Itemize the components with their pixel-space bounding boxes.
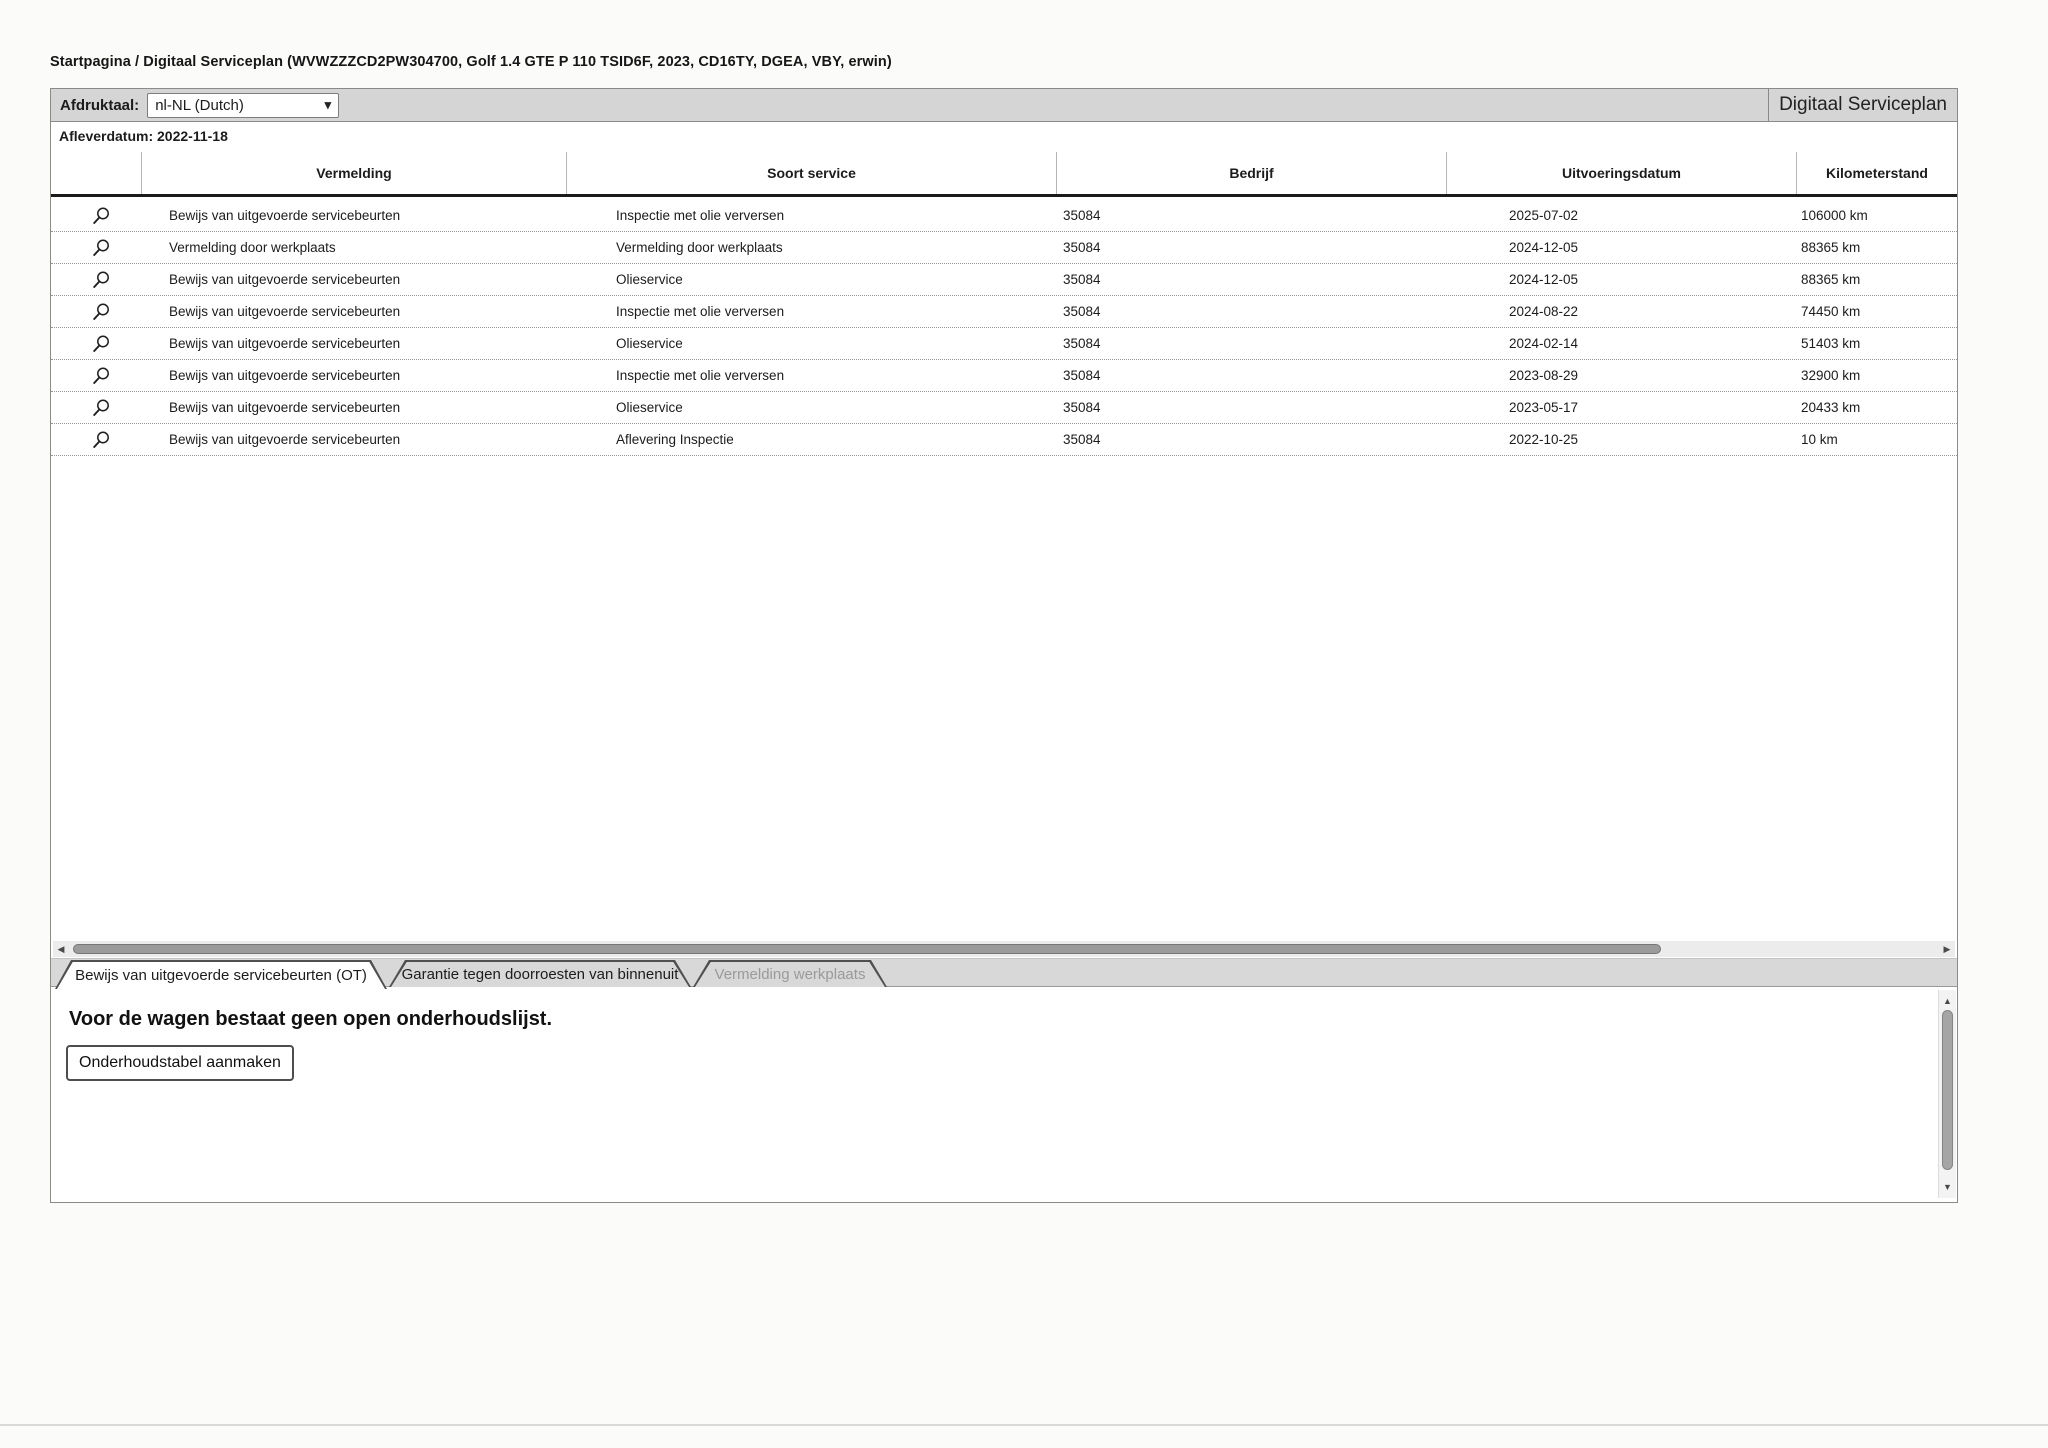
cell-bedrijf: 35084 bbox=[1063, 304, 1101, 319]
cell-soort-service: Olieservice bbox=[616, 400, 683, 415]
cell-vermelding: Bewijs van uitgevoerde servicebeurten bbox=[169, 304, 401, 319]
magnifier-icon[interactable] bbox=[91, 398, 111, 418]
cell-vermelding: Bewijs van uitgevoerde servicebeurten bbox=[169, 272, 401, 287]
cell-uitvoeringsdatum: 2025-07-02 bbox=[1509, 208, 1579, 223]
cell-bedrijf: 35084 bbox=[1063, 336, 1101, 351]
table-row: Bewijs van uitgevoerde servicebeurten In… bbox=[51, 360, 1957, 392]
cell-soort-service: Inspectie met olie verversen bbox=[616, 208, 785, 223]
print-language-label: Afdruktaal: bbox=[60, 96, 140, 114]
vertical-scrollbar[interactable]: ▲ ▼ bbox=[1938, 990, 1956, 1198]
serviceplan-frame: Afleverdatum: 2022-11-18 Vermelding Soor… bbox=[50, 122, 1958, 1203]
tab-garantie-doorroesten[interactable]: Garantie tegen doorroesten van binnenuit bbox=[389, 960, 691, 987]
magnifier-icon[interactable] bbox=[91, 430, 111, 450]
table-row: Bewijs van uitgevoerde servicebeurten Ol… bbox=[51, 264, 1957, 296]
cell-bedrijf: 35084 bbox=[1063, 272, 1101, 287]
cell-vermelding: Vermelding door werkplaats bbox=[169, 240, 336, 255]
tab-label: Vermelding werkplaats bbox=[695, 962, 885, 988]
tab-strip: Bewijs van uitgevoerde servicebeurten (O… bbox=[51, 958, 1957, 986]
magnifier-icon[interactable] bbox=[91, 302, 111, 322]
tab-vermelding-werkplaats: Vermelding werkplaats bbox=[693, 960, 887, 987]
cell-kilometerstand: 51403 km bbox=[1801, 336, 1861, 351]
column-header-uitvoeringsdatum: Uitvoeringsdatum bbox=[1446, 152, 1796, 194]
magnifier-icon[interactable] bbox=[91, 366, 111, 386]
chevron-down-icon: ▾ bbox=[324, 97, 332, 112]
print-language-value: nl-NL (Dutch) bbox=[155, 96, 244, 114]
cell-soort-service: Olieservice bbox=[616, 336, 683, 351]
magnifier-icon[interactable] bbox=[91, 270, 111, 290]
table-row: Bewijs van uitgevoerde servicebeurten Ol… bbox=[51, 328, 1957, 360]
cell-vermelding: Bewijs van uitgevoerde servicebeurten bbox=[169, 400, 401, 415]
cell-bedrijf: 35084 bbox=[1063, 240, 1101, 255]
cell-uitvoeringsdatum: 2023-05-17 bbox=[1509, 400, 1579, 415]
cell-vermelding: Bewijs van uitgevoerde servicebeurten bbox=[169, 336, 401, 351]
scroll-left-icon[interactable]: ◀ bbox=[53, 941, 69, 957]
create-maintenance-table-button[interactable]: Onderhoudstabel aanmaken bbox=[66, 1045, 294, 1081]
cell-kilometerstand: 106000 km bbox=[1801, 208, 1868, 223]
column-header-bedrijf: Bedrijf bbox=[1056, 152, 1446, 194]
table-header: Vermelding Soort service Bedrijf Uitvoer… bbox=[51, 152, 1957, 197]
scroll-right-icon[interactable]: ▶ bbox=[1939, 941, 1955, 957]
column-header-kilometerstand: Kilometerstand bbox=[1796, 152, 1957, 194]
table-row: Vermelding door werkplaats Vermelding do… bbox=[51, 232, 1957, 264]
horizontal-scrollbar-thumb[interactable] bbox=[73, 944, 1661, 954]
cell-kilometerstand: 32900 km bbox=[1801, 368, 1861, 383]
cell-uitvoeringsdatum: 2024-12-05 bbox=[1509, 272, 1579, 287]
print-language-select[interactable]: nl-NL (Dutch) ▾ bbox=[147, 92, 340, 118]
scroll-up-icon[interactable]: ▲ bbox=[1939, 996, 1956, 1006]
table-body: Bewijs van uitgevoerde servicebeurten In… bbox=[51, 200, 1957, 456]
cell-kilometerstand: 20433 km bbox=[1801, 400, 1861, 415]
cell-vermelding: Bewijs van uitgevoerde servicebeurten bbox=[169, 208, 401, 223]
tab-label: Garantie tegen doorroesten van binnenuit bbox=[391, 962, 689, 988]
cell-uitvoeringsdatum: 2022-10-25 bbox=[1509, 432, 1579, 447]
tab-label: Bewijs van uitgevoerde servicebeurten (O… bbox=[57, 962, 385, 990]
table-row: Bewijs van uitgevoerde servicebeurten In… bbox=[51, 296, 1957, 328]
column-header-soort-service: Soort service bbox=[566, 152, 1056, 194]
breadcrumb[interactable]: Startpagina / Digitaal Serviceplan (WVWZ… bbox=[50, 54, 892, 70]
table-row: Bewijs van uitgevoerde servicebeurten In… bbox=[51, 200, 1957, 232]
cell-soort-service: Vermelding door werkplaats bbox=[616, 240, 783, 255]
scan-artifact-line bbox=[0, 1424, 2048, 1426]
magnifier-icon[interactable] bbox=[91, 206, 111, 226]
cell-uitvoeringsdatum: 2024-12-05 bbox=[1509, 240, 1579, 255]
scroll-down-icon[interactable]: ▼ bbox=[1939, 1182, 1956, 1192]
cell-soort-service: Inspectie met olie verversen bbox=[616, 368, 785, 383]
column-header-icon bbox=[51, 152, 141, 194]
table-row: Bewijs van uitgevoerde servicebeurten Ol… bbox=[51, 392, 1957, 424]
cell-bedrijf: 35084 bbox=[1063, 432, 1101, 447]
cell-vermelding: Bewijs van uitgevoerde servicebeurten bbox=[169, 368, 401, 383]
page-title: Digitaal Serviceplan bbox=[1768, 89, 1957, 121]
toolbar: Afdruktaal: nl-NL (Dutch) ▾ Digitaal Ser… bbox=[50, 88, 1958, 122]
vertical-scrollbar-thumb[interactable] bbox=[1942, 1010, 1953, 1170]
cell-bedrijf: 35084 bbox=[1063, 400, 1101, 415]
cell-soort-service: Inspectie met olie verversen bbox=[616, 304, 785, 319]
cell-kilometerstand: 88365 km bbox=[1801, 240, 1861, 255]
magnifier-icon[interactable] bbox=[91, 238, 111, 258]
cell-soort-service: Olieservice bbox=[616, 272, 683, 287]
horizontal-scrollbar[interactable]: ◀ ▶ bbox=[53, 941, 1955, 957]
cell-kilometerstand: 88365 km bbox=[1801, 272, 1861, 287]
cell-kilometerstand: 74450 km bbox=[1801, 304, 1861, 319]
table-row: Bewijs van uitgevoerde servicebeurten Af… bbox=[51, 424, 1957, 456]
cell-uitvoeringsdatum: 2023-08-29 bbox=[1509, 368, 1579, 383]
cell-uitvoeringsdatum: 2024-08-22 bbox=[1509, 304, 1579, 319]
cell-uitvoeringsdatum: 2024-02-14 bbox=[1509, 336, 1579, 351]
magnifier-icon[interactable] bbox=[91, 334, 111, 354]
cell-kilometerstand: 10 km bbox=[1801, 432, 1838, 447]
column-header-vermelding: Vermelding bbox=[141, 152, 566, 194]
no-open-maintenance-message: Voor de wagen bestaat geen open onderhou… bbox=[69, 1008, 553, 1030]
maintenance-panel: Voor de wagen bestaat geen open onderhou… bbox=[51, 986, 1957, 1202]
cell-bedrijf: 35084 bbox=[1063, 368, 1101, 383]
cell-vermelding: Bewijs van uitgevoerde servicebeurten bbox=[169, 432, 401, 447]
cell-bedrijf: 35084 bbox=[1063, 208, 1101, 223]
delivery-date: Afleverdatum: 2022-11-18 bbox=[59, 128, 228, 144]
tab-bewijs-servicebeurten[interactable]: Bewijs van uitgevoerde servicebeurten (O… bbox=[55, 960, 387, 989]
cell-soort-service: Aflevering Inspectie bbox=[616, 432, 734, 447]
